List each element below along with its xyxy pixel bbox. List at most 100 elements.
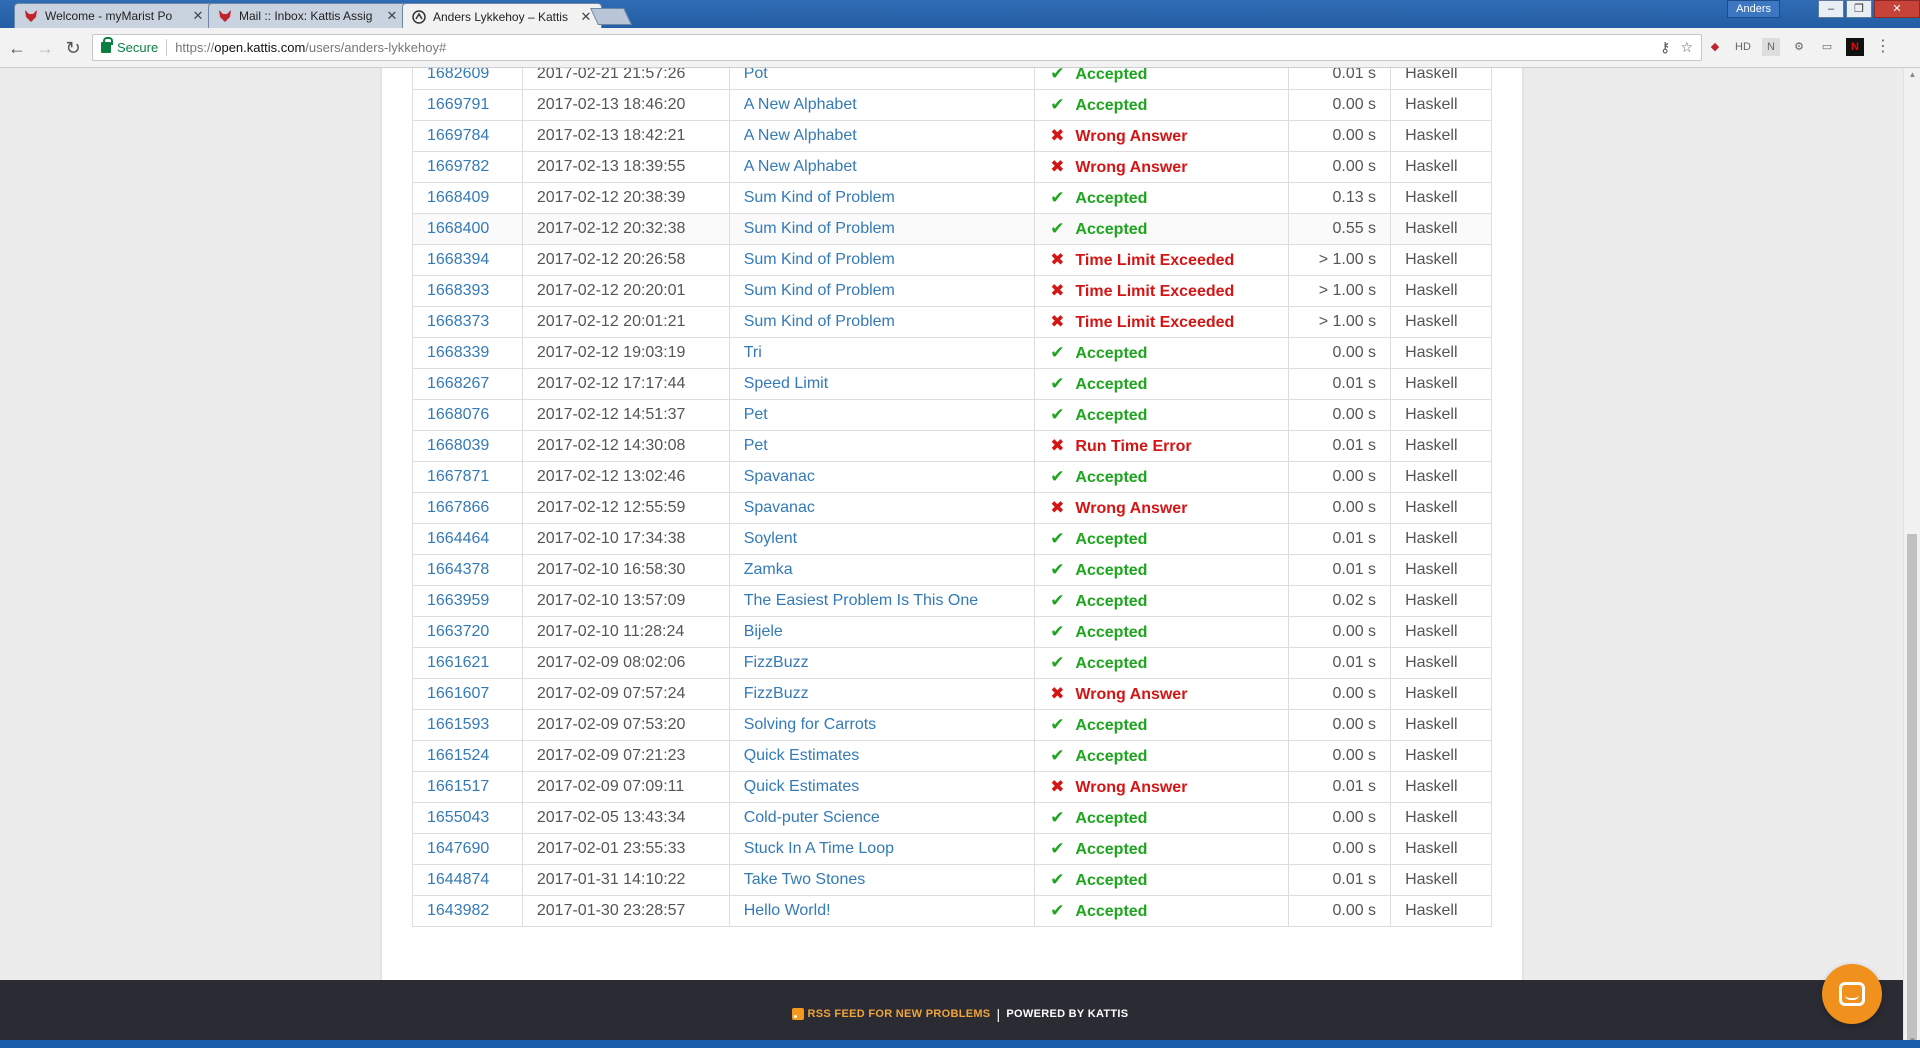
problem-link[interactable]: Sum Kind of Problem [728,306,1036,338]
netflix-extension-icon[interactable]: N [1846,38,1864,56]
submission-id-link[interactable]: 1661607 [412,678,523,710]
restore-window-icon[interactable]: ❐ [1846,0,1872,18]
profile-user-button[interactable]: Anders [1727,0,1780,18]
submission-id-link[interactable]: 1682609 [412,68,523,90]
new-tab-button[interactable] [590,8,632,25]
submission-id-link[interactable]: 1668267 [412,368,523,400]
submission-id-link[interactable]: 1667871 [412,461,523,493]
omnibox-divider [166,39,168,56]
submission-id-link[interactable]: 1663959 [412,585,523,617]
problem-link[interactable]: Stuck In A Time Loop [728,833,1036,865]
submission-id-link[interactable]: 1668394 [412,244,523,276]
browser-tab-mymarist[interactable]: Welcome - myMarist Po ✕ [14,3,214,28]
status-cell: ✔ Accepted [1034,182,1290,214]
problem-link[interactable]: A New Alphabet [728,120,1036,152]
powered-by-kattis-link[interactable]: POWERED BY KATTIS [1006,1008,1128,1020]
problem-link[interactable]: Sum Kind of Problem [728,275,1036,307]
url-text[interactable]: https://open.kattis.com/users/anders-lyk… [175,40,446,55]
secure-indicator[interactable]: Secure [101,37,158,55]
tab-close-icon[interactable]: ✕ [191,8,205,24]
problem-link[interactable]: Spavanac [728,492,1036,524]
chrome-menu-icon[interactable]: ⋮ [1874,38,1892,56]
scrollbar-thumb[interactable] [1907,534,1917,1046]
checkmark-icon: ✔ [1050,901,1065,920]
key-icon[interactable]: ⚷ [1660,39,1670,56]
submission-id-link[interactable]: 1668339 [412,337,523,369]
problem-link[interactable]: Speed Limit [728,368,1036,400]
problem-link[interactable]: Soylent [728,523,1036,555]
submission-time: 2017-02-10 11:28:24 [521,616,730,648]
gear-extension-icon[interactable]: ⚙ [1790,38,1808,56]
submission-id-link[interactable]: 1669791 [412,89,523,121]
submission-id-link[interactable]: 1669784 [412,120,523,152]
submission-id-link[interactable]: 1669782 [412,151,523,183]
problem-link[interactable]: Pet [728,399,1036,431]
back-arrow-icon[interactable]: ← [6,37,28,59]
minimize-window-icon[interactable]: – [1818,0,1844,18]
submission-id-link[interactable]: 1661524 [412,740,523,772]
submission-id-link[interactable]: 1663720 [412,616,523,648]
address-bar[interactable]: Secure https://open.kattis.com/users/and… [92,34,1702,61]
submission-id-link[interactable]: 1668039 [412,430,523,462]
browser-tab-kattis[interactable]: Anders Lykkehoy – Kattis ✕ [402,3,602,29]
kattis-icon [411,9,427,25]
problem-link[interactable]: FizzBuzz [728,647,1036,679]
problem-link[interactable]: Pot [728,68,1036,90]
submission-id-link[interactable]: 1655043 [412,802,523,834]
bookmark-star-icon[interactable]: ☆ [1680,39,1693,56]
status-text: Time Limit Exceeded [1075,252,1235,269]
submission-time: 2017-02-12 20:38:39 [521,182,730,214]
problem-link[interactable]: The Easiest Problem Is This One [728,585,1036,617]
ublock-extension-icon[interactable]: ◆ [1706,38,1724,56]
rss-feed-link[interactable]: RSS FEED FOR NEW PROBLEMS [808,1008,991,1020]
problem-link[interactable]: Quick Estimates [728,740,1036,772]
cross-icon: ✖ [1050,250,1065,269]
submission-id-link[interactable]: 1668076 [412,399,523,431]
submission-id-link[interactable]: 1661621 [412,647,523,679]
problem-link[interactable]: Solving for Carrots [728,709,1036,741]
scroll-up-arrow-icon[interactable]: ▲ [1904,68,1920,82]
submission-id-link[interactable]: 1668400 [412,213,523,245]
submission-id-link[interactable]: 1668393 [412,275,523,307]
submission-id-link[interactable]: 1664464 [412,523,523,555]
submission-id-link[interactable]: 1643982 [412,895,523,927]
submission-id-link[interactable]: 1664378 [412,554,523,586]
cpu-time: 0.00 s [1288,120,1392,152]
problem-link[interactable]: Sum Kind of Problem [728,182,1036,214]
problem-link[interactable]: Pet [728,430,1036,462]
page-scrollbar[interactable]: ▲ ▼ [1903,68,1920,1048]
problem-link[interactable]: Take Two Stones [728,864,1036,896]
forward-arrow-icon[interactable]: → [34,37,56,59]
submission-id-link[interactable]: 1668409 [412,182,523,214]
cast-extension-icon[interactable]: ▭ [1818,38,1836,56]
submission-id-link[interactable]: 1661593 [412,709,523,741]
submission-id-link[interactable]: 1667866 [412,492,523,524]
submission-id-link[interactable]: 1668373 [412,306,523,338]
n-extension-icon[interactable]: N [1762,38,1780,56]
browser-tab-mail[interactable]: Mail :: Inbox: Kattis Assig ✕ [208,3,408,28]
language: Haskell [1390,833,1492,865]
problem-link[interactable]: Spavanac [728,461,1036,493]
problem-link[interactable]: Quick Estimates [728,771,1036,803]
submission-time: 2017-01-31 14:10:22 [521,864,730,896]
reload-icon[interactable]: ↻ [62,37,84,59]
chat-launcher-button[interactable] [1822,964,1882,1024]
problem-link[interactable]: Tri [728,337,1036,369]
problem-link[interactable]: Cold-puter Science [728,802,1036,834]
problem-link[interactable]: A New Alphabet [728,89,1036,121]
hd-extension-icon[interactable]: HD [1734,38,1752,56]
status-cell: ✔ Accepted [1034,616,1290,648]
problem-link[interactable]: Sum Kind of Problem [728,244,1036,276]
problem-link[interactable]: Bijele [728,616,1036,648]
submission-id-link[interactable]: 1661517 [412,771,523,803]
submission-id-link[interactable]: 1647690 [412,833,523,865]
submission-id-link[interactable]: 1644874 [412,864,523,896]
problem-link[interactable]: Hello World! [728,895,1036,927]
tab-close-icon[interactable]: ✕ [385,8,399,24]
problem-link[interactable]: Sum Kind of Problem [728,213,1036,245]
problem-link[interactable]: Zamka [728,554,1036,586]
close-window-icon[interactable]: ✕ [1874,0,1920,18]
problem-link[interactable]: FizzBuzz [728,678,1036,710]
status-text: Accepted [1075,562,1148,579]
problem-link[interactable]: A New Alphabet [728,151,1036,183]
